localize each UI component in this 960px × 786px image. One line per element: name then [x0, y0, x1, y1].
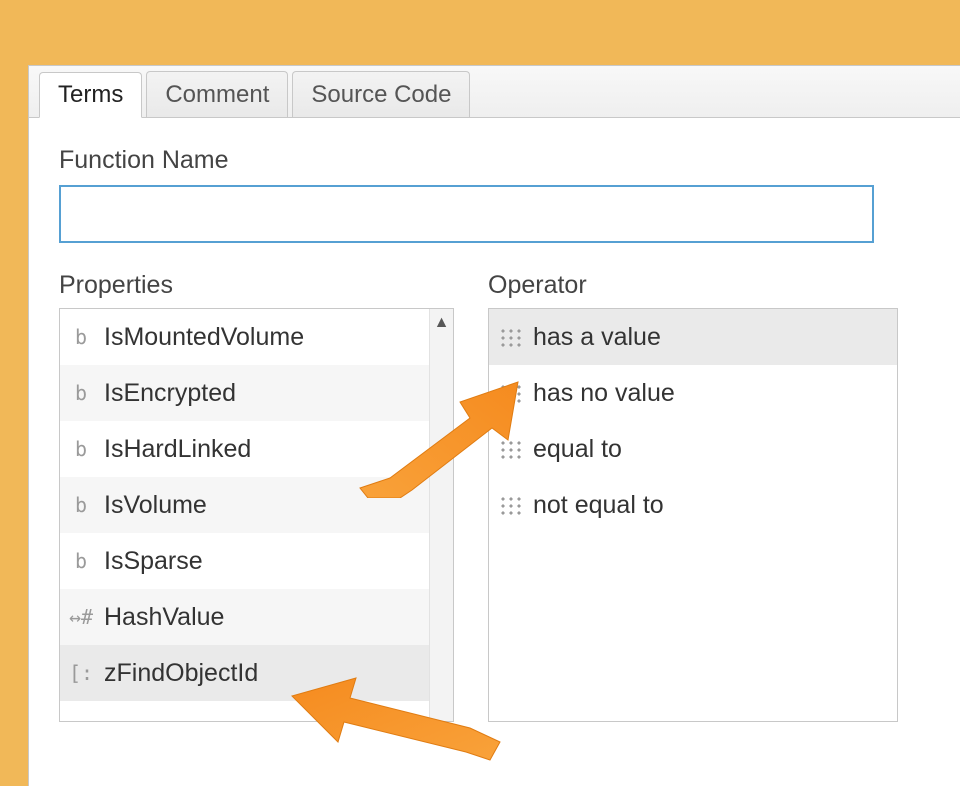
tab-label: Terms	[58, 81, 123, 109]
properties-row-label: IsHardLinked	[104, 435, 251, 464]
properties-row[interactable]: b IsEncrypted	[60, 365, 429, 421]
operator-row-selected[interactable]: has a value	[489, 309, 897, 365]
tab-comment[interactable]: Comment	[146, 71, 288, 117]
operator-row[interactable]: not equal to	[489, 477, 897, 533]
function-name-input[interactable]	[59, 185, 874, 243]
tab-terms[interactable]: Terms	[39, 72, 142, 118]
operator-icon	[497, 439, 523, 459]
properties-row[interactable]: b IsSparse	[60, 533, 429, 589]
bool-type-icon: b	[68, 549, 94, 573]
function-name-label: Function Name	[59, 146, 930, 175]
operator-listbox[interactable]: has a value has no value equal to not eq…	[488, 308, 898, 722]
properties-row-label: IsSparse	[104, 547, 203, 576]
operator-row-label: has a value	[533, 323, 661, 352]
properties-scrollbar[interactable]: ▲	[429, 309, 453, 721]
operator-row[interactable]: equal to	[489, 421, 897, 477]
properties-row[interactable]: b IsMountedVolume	[60, 309, 429, 365]
properties-row-label: IsVolume	[104, 491, 207, 520]
tab-strip: Terms Comment Source Code	[29, 66, 960, 118]
properties-row[interactable]: b IsVolume	[60, 477, 429, 533]
operator-icon	[497, 495, 523, 515]
properties-row-label: HashValue	[104, 603, 224, 632]
bool-type-icon: b	[68, 325, 94, 349]
tab-label: Source Code	[311, 81, 451, 109]
operator-column: Operator has a value has no value equal …	[488, 271, 898, 722]
properties-row-selected[interactable]: [: zFindObjectId	[60, 645, 429, 701]
properties-column: Properties b IsMountedVolume b IsEncrypt…	[59, 271, 454, 722]
dialog-window: Terms Comment Source Code Function Name …	[28, 65, 960, 786]
properties-row[interactable]: ↔# HashValue	[60, 589, 429, 645]
operator-icon	[497, 327, 523, 347]
bool-type-icon: b	[68, 493, 94, 517]
operator-row-label: has no value	[533, 379, 675, 408]
operator-row[interactable]: has no value	[489, 365, 897, 421]
properties-row[interactable]: b IsHardLinked	[60, 421, 429, 477]
properties-heading: Properties	[59, 271, 454, 300]
operator-row-label: equal to	[533, 435, 622, 464]
tab-label: Comment	[165, 81, 269, 109]
operator-icon	[497, 383, 523, 403]
bool-type-icon: b	[68, 437, 94, 461]
properties-list-inner: b IsMountedVolume b IsEncrypted b IsHard…	[60, 309, 429, 721]
properties-listbox[interactable]: b IsMountedVolume b IsEncrypted b IsHard…	[59, 308, 454, 722]
scroll-up-icon[interactable]: ▲	[434, 315, 450, 331]
properties-row-label: IsMountedVolume	[104, 323, 304, 352]
properties-row-label: IsEncrypted	[104, 379, 236, 408]
terms-panel: Function Name Properties b IsMountedVolu…	[29, 118, 960, 786]
operator-heading: Operator	[488, 271, 898, 300]
operator-row-label: not equal to	[533, 491, 664, 520]
hash-type-icon: ↔#	[68, 605, 94, 629]
columns: Properties b IsMountedVolume b IsEncrypt…	[59, 271, 930, 722]
properties-row-label: zFindObjectId	[104, 659, 258, 688]
list-type-icon: [:	[68, 661, 94, 685]
tab-source-code[interactable]: Source Code	[292, 71, 470, 117]
bool-type-icon: b	[68, 381, 94, 405]
